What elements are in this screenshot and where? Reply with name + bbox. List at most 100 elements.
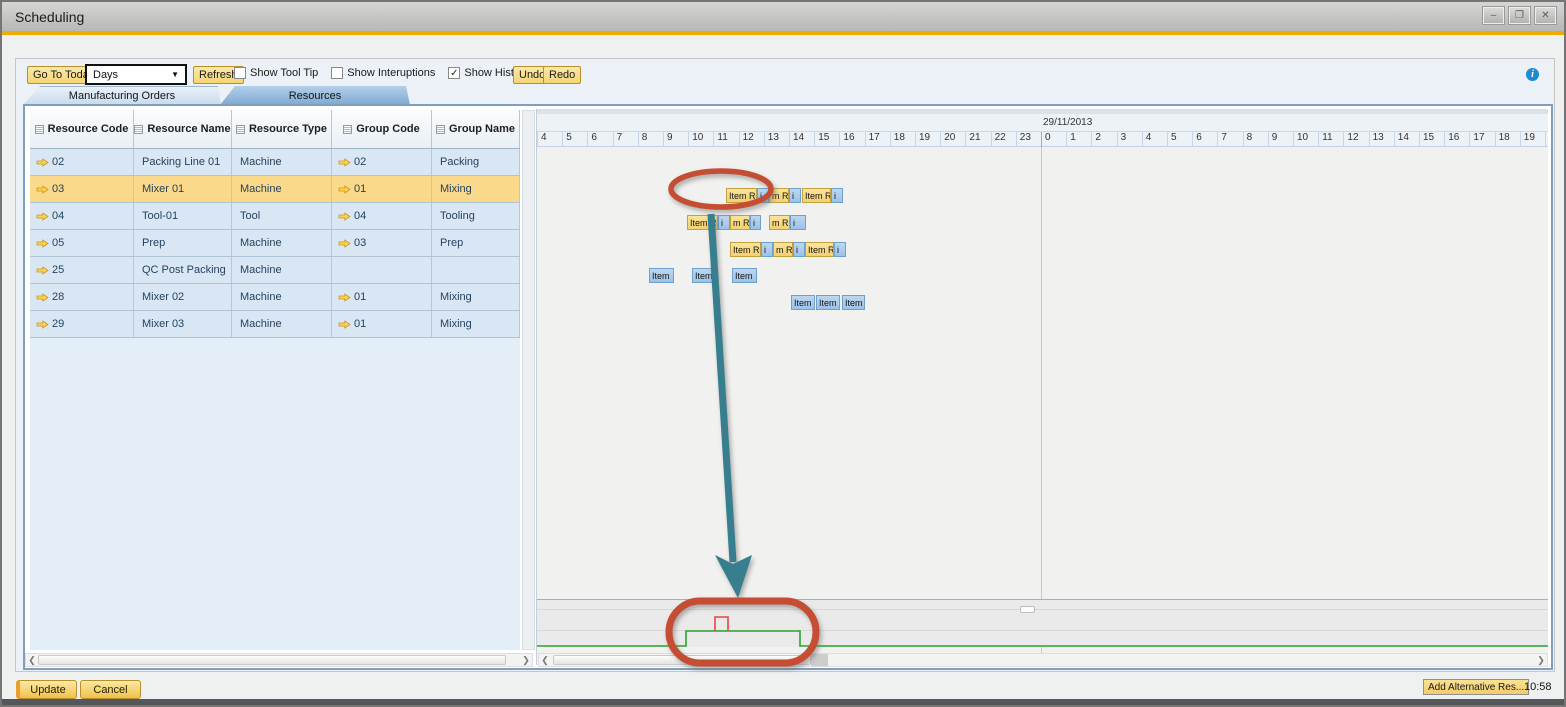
cell-text: 02	[52, 156, 64, 168]
scroll-right-icon[interactable]: ❯	[1535, 655, 1547, 666]
gantt-bar-segment[interactable]: Item Rec	[726, 188, 757, 203]
bottom-frame-strip	[2, 699, 1564, 705]
hour-label: 17	[1469, 132, 1494, 147]
scroll-left-icon[interactable]: ❮	[539, 655, 551, 666]
gantt-bar-segment[interactable]: i	[790, 215, 806, 230]
link-arrow-icon[interactable]	[36, 185, 49, 194]
gantt-bar-segment[interactable]: i	[834, 242, 846, 257]
table-horizontal-scrollbar[interactable]: ❮ ❯	[25, 653, 533, 667]
gantt-bar-segment[interactable]: i	[757, 188, 769, 203]
cell-type: Tool	[232, 203, 332, 229]
interval-select-value: Days	[93, 69, 118, 81]
gantt-bar-segment[interactable]: Item	[816, 295, 840, 310]
gantt-bar-segment[interactable]: Item	[732, 268, 757, 283]
gantt-bar-segment[interactable]: i	[750, 215, 761, 230]
link-arrow-icon[interactable]	[36, 320, 49, 329]
cell-text: Mixing	[440, 183, 472, 195]
link-arrow-icon[interactable]	[338, 293, 351, 302]
checkbox-label: Show Interuptions	[347, 67, 435, 79]
gantt-bar-segment[interactable]: i	[793, 242, 805, 257]
chevron-down-icon: ▼	[171, 70, 179, 79]
cancel-button[interactable]: Cancel	[80, 680, 141, 699]
checkbox-unchecked-icon[interactable]	[234, 67, 246, 79]
cell-name: Prep	[134, 230, 232, 256]
cell-code: 25	[30, 257, 134, 283]
hour-label: 20	[940, 132, 965, 147]
gantt-bar-segment[interactable]: Item	[791, 295, 815, 310]
scheduling-window: Scheduling – ❐ ✕ Go To Today Days ▼ Refr…	[0, 0, 1566, 707]
add-alternative-resource-button[interactable]: Add Alternative Res...	[1423, 679, 1529, 695]
table-vertical-scrollbar[interactable]	[522, 110, 535, 650]
link-arrow-icon[interactable]	[338, 185, 351, 194]
link-arrow-icon[interactable]	[36, 266, 49, 275]
gantt-scrollbar-thumb[interactable]	[553, 655, 811, 665]
gantt-bar-segment[interactable]: Item Rec	[687, 215, 718, 230]
close-icon[interactable]: ✕	[1535, 7, 1556, 24]
gantt-scrollbar-thumb-cap[interactable]	[811, 654, 828, 666]
gantt-bar-segment[interactable]: m Rec	[773, 242, 793, 257]
day-separator-line	[1041, 147, 1042, 665]
gantt-bar-segment[interactable]: i	[718, 215, 730, 230]
table-row[interactable]: 25QC Post PackingMachine	[30, 257, 520, 284]
gantt-bar-segment[interactable]: m Rec	[730, 215, 750, 230]
cell-text: Tool-01	[142, 210, 178, 222]
capacity-splitter-handle[interactable]	[1020, 606, 1035, 613]
info-icon[interactable]: i	[1526, 68, 1539, 81]
cell-text: 01	[354, 183, 366, 195]
cell-type: Machine	[232, 230, 332, 256]
capacity-overload-line	[715, 617, 728, 631]
redo-button[interactable]: Redo	[543, 66, 581, 84]
link-arrow-icon[interactable]	[36, 239, 49, 248]
cell-text: Mixer 03	[142, 318, 184, 330]
link-arrow-icon[interactable]	[338, 320, 351, 329]
link-arrow-icon[interactable]	[338, 158, 351, 167]
scroll-left-icon[interactable]: ❮	[26, 655, 38, 666]
checkbox-checked-icon[interactable]: ✓	[448, 67, 460, 79]
column-header-group-name[interactable]: Group Name	[432, 110, 520, 148]
column-header-label: Group Name	[449, 123, 515, 135]
link-arrow-icon[interactable]	[36, 212, 49, 221]
gantt-bar-segment[interactable]: Item Rec	[802, 188, 831, 203]
table-row[interactable]: 28Mixer 02Machine01Mixing	[30, 284, 520, 311]
gantt-bar-segment[interactable]: Item	[842, 295, 865, 310]
minimize-icon[interactable]: –	[1483, 7, 1504, 24]
gantt-bar-segment[interactable]: i	[789, 188, 801, 203]
gantt-bar-segment[interactable]: Item Rec	[730, 242, 761, 257]
link-arrow-icon[interactable]	[36, 158, 49, 167]
gantt-bar-segment[interactable]: Item Rec	[805, 242, 834, 257]
table-row[interactable]: 05PrepMachine03Prep	[30, 230, 520, 257]
tab-resources[interactable]: Resources	[220, 86, 410, 105]
restore-icon[interactable]: ❐	[1509, 7, 1530, 24]
cell-code: 05	[30, 230, 134, 256]
gantt-bar-segment[interactable]: i	[831, 188, 843, 203]
scroll-right-icon[interactable]: ❯	[520, 655, 532, 666]
column-header-resource-code[interactable]: Resource Code	[30, 110, 134, 148]
gantt-bar-segment[interactable]: m Rec	[769, 188, 789, 203]
column-header-resource-name[interactable]: Resource Name	[134, 110, 232, 148]
table-row[interactable]: 04Tool-01Tool04Tooling	[30, 203, 520, 230]
table-row[interactable]: 03Mixer 01Machine01Mixing	[30, 176, 520, 203]
cell-text: 03	[52, 183, 64, 195]
column-header-group-code[interactable]: Group Code	[332, 110, 432, 148]
column-header-label: Resource Name	[147, 123, 230, 135]
table-row[interactable]: 02Packing Line 01Machine02Packing	[30, 149, 520, 176]
link-arrow-icon[interactable]	[338, 239, 351, 248]
cell-code: 28	[30, 284, 134, 310]
gantt-horizontal-scrollbar[interactable]: ❮ ❯	[538, 653, 1548, 667]
cell-text: Tooling	[440, 210, 475, 222]
checkbox-unchecked-icon[interactable]	[331, 67, 343, 79]
update-button[interactable]: Update	[16, 680, 77, 699]
capacity-pane	[537, 599, 1548, 647]
table-row[interactable]: 29Mixer 03Machine01Mixing	[30, 311, 520, 338]
link-arrow-icon[interactable]	[338, 212, 351, 221]
gantt-bar-segment[interactable]: Item	[692, 268, 716, 283]
table-scrollbar-thumb[interactable]	[38, 655, 506, 665]
tab-manufacturing-orders[interactable]: Manufacturing Orders	[23, 86, 221, 105]
gantt-bar-segment[interactable]: i	[761, 242, 773, 257]
gantt-bar-segment[interactable]: Item	[649, 268, 674, 283]
gantt-bar-segment[interactable]: m Rec	[769, 215, 790, 230]
interval-select[interactable]: Days ▼	[85, 64, 187, 85]
link-arrow-icon[interactable]	[36, 293, 49, 302]
column-header-resource-type[interactable]: Resource Type	[232, 110, 332, 148]
hour-label: 12	[739, 132, 764, 147]
